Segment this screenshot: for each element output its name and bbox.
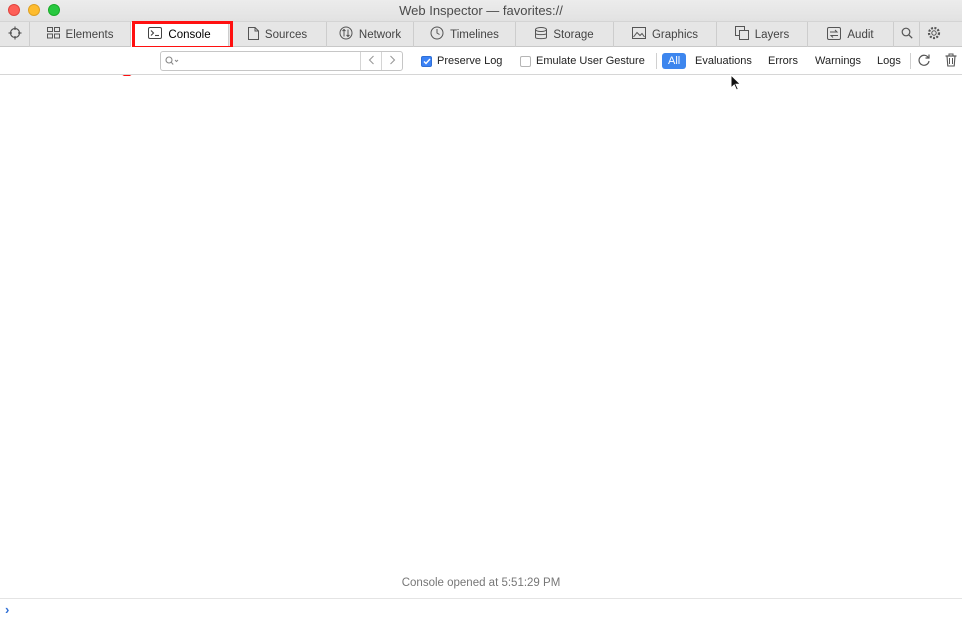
tab-label: Audit xyxy=(847,28,874,41)
trash-icon xyxy=(945,53,957,70)
checkbox-unchecked-icon[interactable] xyxy=(520,55,531,67)
next-result-button[interactable] xyxy=(381,52,402,70)
tab-label: Layers xyxy=(754,28,790,41)
tab-storage[interactable]: Storage xyxy=(516,22,614,47)
tab-elements[interactable]: Elements xyxy=(30,22,131,47)
inspect-element-button[interactable] xyxy=(0,22,30,47)
storage-icon xyxy=(535,26,548,43)
tab-graphics[interactable]: Graphics xyxy=(614,22,717,47)
console-filter-bar: Preserve Log Emulate User Gesture All Ev… xyxy=(0,47,962,75)
search-icon xyxy=(901,27,913,42)
timelines-icon xyxy=(430,26,444,43)
console-icon xyxy=(148,27,163,42)
network-icon xyxy=(339,26,353,43)
clear-log-button[interactable] xyxy=(943,53,959,69)
tab-layers[interactable]: Layers xyxy=(717,22,808,47)
graphics-icon xyxy=(631,27,646,42)
tab-label: Storage xyxy=(553,28,594,41)
console-search-box xyxy=(160,51,403,71)
close-window-button[interactable] xyxy=(8,4,20,16)
preserve-log-checkbox[interactable]: Preserve Log xyxy=(421,55,502,67)
title-bar: Web Inspector — favorites:// xyxy=(0,0,962,21)
tab-label: Elements xyxy=(65,28,114,41)
search-filter-icon[interactable] xyxy=(161,52,183,70)
reload-button[interactable] xyxy=(916,53,932,69)
tab-label: Network xyxy=(358,28,402,41)
tab-label: Timelines xyxy=(450,28,499,41)
previous-result-button[interactable] xyxy=(360,52,381,70)
tab-label: Graphics xyxy=(651,28,699,41)
tab-bar: Elements Console Sources Network Timelin… xyxy=(0,21,962,47)
zoom-window-button[interactable] xyxy=(48,4,60,16)
filter-evaluations-button[interactable]: Evaluations xyxy=(690,53,757,69)
tab-timelines[interactable]: Timelines xyxy=(414,22,516,47)
refresh-icon xyxy=(917,53,931,70)
prompt-chevron-icon: › xyxy=(5,602,10,617)
console-prompt[interactable]: › xyxy=(0,598,962,617)
checkbox-checked-icon[interactable] xyxy=(421,55,432,67)
settings-button[interactable] xyxy=(920,22,948,47)
filter-errors-button[interactable]: Errors xyxy=(763,53,803,69)
elements-icon xyxy=(46,27,60,42)
separator xyxy=(656,53,657,69)
tab-label: Sources xyxy=(264,28,308,41)
search-tab-button[interactable] xyxy=(894,22,920,47)
window-title: Web Inspector — favorites:// xyxy=(399,3,563,18)
audit-icon xyxy=(827,26,842,43)
tab-audit[interactable]: Audit xyxy=(808,22,894,47)
layers-icon xyxy=(734,26,749,43)
chevron-left-icon xyxy=(368,55,375,68)
preserve-log-label: Preserve Log xyxy=(437,55,503,67)
tab-network[interactable]: Network xyxy=(327,22,414,47)
console-output[interactable]: Console opened at 5:51:29 PM xyxy=(0,76,962,597)
chevron-right-icon xyxy=(389,55,396,68)
filter-warnings-button[interactable]: Warnings xyxy=(810,53,866,69)
minimize-window-button[interactable] xyxy=(28,4,40,16)
emulate-user-gesture-checkbox[interactable]: Emulate User Gesture xyxy=(520,55,645,67)
tab-sources[interactable]: Sources xyxy=(229,22,327,47)
gear-icon xyxy=(927,26,941,43)
emulate-user-gesture-label: Emulate User Gesture xyxy=(536,55,645,67)
tab-label: Console xyxy=(168,28,211,41)
separator xyxy=(910,53,911,69)
crosshair-icon xyxy=(8,26,22,43)
filter-all-button[interactable]: All xyxy=(662,53,687,69)
console-search-input[interactable] xyxy=(183,52,360,70)
filter-logs-button[interactable]: Logs xyxy=(872,53,906,69)
sources-icon xyxy=(247,26,259,43)
tab-console[interactable]: Console xyxy=(131,22,229,47)
console-opened-message: Console opened at 5:51:29 PM xyxy=(401,577,561,589)
